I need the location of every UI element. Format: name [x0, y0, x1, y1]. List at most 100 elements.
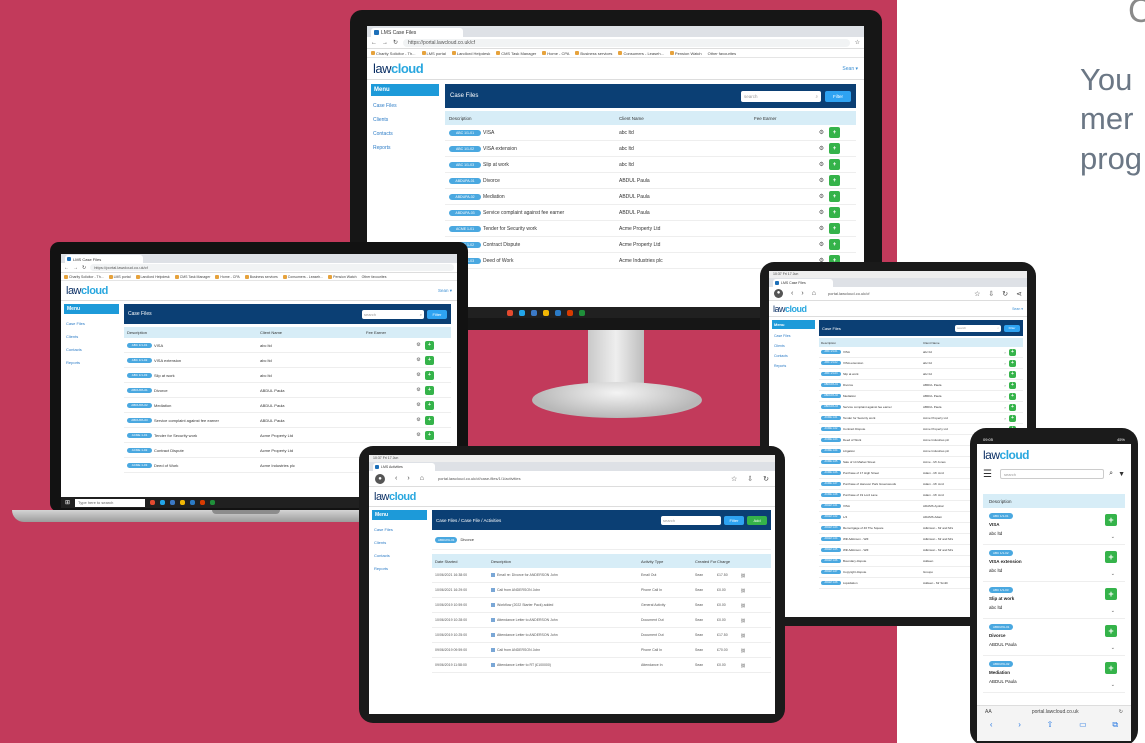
- back-icon[interactable]: ←: [371, 40, 377, 46]
- add-button[interactable]: +: [425, 415, 434, 425]
- add-button[interactable]: +: [1105, 625, 1117, 637]
- add-activity-button[interactable]: Add: [747, 515, 767, 525]
- taskbar-app-icon[interactable]: [150, 500, 156, 505]
- link-icon[interactable]: ⛓: [739, 603, 747, 608]
- taskbar-app-icon[interactable]: [579, 309, 585, 316]
- browser-tab[interactable]: LMS Case Files: [65, 255, 143, 263]
- list-item[interactable]: ABC 1/1-01 VISA abc ltd + ⌄: [983, 508, 1125, 545]
- chevron-right-icon[interactable]: ›: [1001, 350, 1009, 355]
- bookmark-item[interactable]: Charity Solicitor - Th...: [371, 51, 416, 56]
- add-button[interactable]: +: [829, 127, 840, 138]
- refresh-icon[interactable]: ↻: [393, 39, 398, 46]
- filter-icon[interactable]: ▼: [1118, 471, 1125, 478]
- gear-icon[interactable]: ⚙: [414, 357, 423, 363]
- bookmark-item[interactable]: Landlord Helpdesk: [451, 51, 490, 56]
- url-field[interactable]: https://portal.lawcloud.co.uk/cf: [90, 264, 454, 271]
- table-row[interactable]: ABC 1/1-02 VISA extension abc ltd ⚙ +: [124, 353, 451, 368]
- add-button[interactable]: +: [829, 159, 840, 170]
- gear-icon[interactable]: ⚙: [414, 417, 423, 423]
- link-icon[interactable]: ⛓: [739, 573, 747, 578]
- chevron-right-icon[interactable]: ›: [1001, 383, 1009, 388]
- filter-button[interactable]: Filter: [825, 90, 851, 102]
- bookmark-item[interactable]: CMS Task Manager: [496, 51, 536, 56]
- back-icon[interactable]: ‹: [395, 475, 397, 482]
- chevron-right-icon[interactable]: ›: [1001, 416, 1009, 421]
- add-button[interactable]: +: [1009, 414, 1016, 422]
- download-icon[interactable]: ⇩: [747, 475, 753, 483]
- back-icon[interactable]: ←: [64, 265, 69, 271]
- sidebar-item-reports[interactable]: Reports: [64, 356, 119, 369]
- table-row[interactable]: 09/06/2019 11:58:00 Attendance Letter to …: [432, 658, 771, 673]
- bookmark-item[interactable]: Home - CPA: [215, 274, 240, 279]
- add-button[interactable]: +: [829, 143, 840, 154]
- gear-icon[interactable]: ⚙: [414, 387, 423, 393]
- table-row[interactable]: 10/06/2021 16:29:00 Call from ANDERSON Jo…: [432, 583, 771, 598]
- add-button[interactable]: +: [1009, 403, 1016, 411]
- search-input[interactable]: search ⌕: [955, 324, 1001, 332]
- chevron-down-icon[interactable]: ⌄: [1111, 608, 1115, 614]
- gear-icon[interactable]: ⚙: [816, 225, 827, 232]
- browser-tab[interactable]: LMS Activities: [373, 463, 435, 471]
- lawcloud-logo[interactable]: lawcloud: [374, 491, 416, 503]
- add-button[interactable]: +: [1105, 514, 1117, 526]
- list-item[interactable]: ABC 1/1-03 Slip at work abc ltd + ⌄: [983, 582, 1125, 619]
- chevron-down-icon[interactable]: ⌄: [1111, 645, 1115, 651]
- user-menu[interactable]: Sean ▾: [842, 66, 858, 72]
- add-button[interactable]: +: [829, 207, 840, 218]
- table-row[interactable]: ABC 1/1-01 VISA abc ltd ⚙ +: [445, 125, 856, 141]
- taskbar-app-icon[interactable]: [190, 500, 196, 505]
- sidebar-item-contacts[interactable]: Contacts: [772, 351, 815, 361]
- taskbar-app-icon[interactable]: [543, 309, 549, 316]
- add-button[interactable]: +: [1105, 662, 1117, 674]
- taskbar-app-icon[interactable]: [507, 309, 513, 316]
- bookmark-item[interactable]: Consumers - Leaseh...: [618, 51, 664, 56]
- bookmark-item[interactable]: Landlord Helpdesk: [135, 274, 170, 279]
- taskbar-app-icon[interactable]: [555, 309, 561, 316]
- add-button[interactable]: +: [829, 175, 840, 186]
- refresh-icon[interactable]: ↻: [82, 265, 86, 271]
- gear-icon[interactable]: ⚙: [816, 209, 827, 216]
- home-icon[interactable]: ⌂: [812, 290, 816, 297]
- forward-icon[interactable]: ›: [801, 290, 803, 297]
- table-row[interactable]: ABDUPA-01 Divorce ABDUL Paula ⚙ +: [124, 383, 451, 398]
- forward-icon[interactable]: ›: [407, 475, 409, 482]
- download-icon[interactable]: ⇩: [988, 290, 994, 298]
- bookmark-item[interactable]: Pension Watch: [669, 51, 702, 56]
- sidebar-item-reports[interactable]: Reports: [772, 361, 815, 371]
- forward-icon[interactable]: →: [382, 40, 388, 46]
- sidebar-item-clients[interactable]: Clients: [64, 330, 119, 343]
- table-row[interactable]: ACME 1-01 Tender for Security work Acme Pr…: [124, 428, 451, 443]
- link-icon[interactable]: ⛓: [739, 648, 747, 653]
- add-button[interactable]: +: [425, 370, 434, 380]
- table-row[interactable]: ACME 1-01 Tender for Security work Acme Pr…: [819, 413, 1023, 424]
- share-icon[interactable]: ⇧: [1047, 720, 1054, 730]
- lawcloud-logo[interactable]: lawcloud: [373, 61, 424, 76]
- table-row[interactable]: ABC 1/1-01 VISA abc ltd › +: [819, 347, 1023, 358]
- bookmark-item[interactable]: Charity Solicitor - Th...: [64, 274, 104, 279]
- lawcloud-logo[interactable]: lawcloud: [66, 285, 108, 297]
- add-button[interactable]: +: [425, 400, 434, 410]
- chevron-right-icon[interactable]: ›: [1001, 394, 1009, 399]
- star-icon[interactable]: ☆: [731, 475, 737, 483]
- lawcloud-logo[interactable]: lawcloud: [773, 304, 807, 314]
- add-button[interactable]: +: [829, 191, 840, 202]
- sidebar-item-case-files[interactable]: Case Files: [772, 331, 815, 341]
- bookmarks-icon[interactable]: ▭: [1079, 720, 1087, 730]
- table-row[interactable]: ABDUPA-02 Mediation ABDUL Paula › +: [819, 391, 1023, 402]
- add-button[interactable]: +: [425, 430, 434, 440]
- browser-tab[interactable]: LMS Case Files: [773, 279, 833, 287]
- breadcrumb[interactable]: Case Files / Case File / Activities: [436, 518, 658, 523]
- taskbar-app-icon[interactable]: [519, 309, 525, 316]
- account-icon[interactable]: ●: [375, 473, 385, 484]
- taskbar-app-icon[interactable]: [170, 500, 176, 505]
- bookmark-item[interactable]: CMS Task Manager: [174, 274, 210, 279]
- gear-icon[interactable]: ⚙: [816, 145, 827, 152]
- back-icon[interactable]: ‹: [791, 290, 793, 297]
- refresh-icon[interactable]: ↻: [1002, 290, 1008, 298]
- search-input[interactable]: search ⌕: [741, 90, 821, 102]
- browser-tab[interactable]: LMS Case Files: [371, 28, 463, 37]
- gear-icon[interactable]: ⚙: [816, 129, 827, 136]
- sidebar-item-clients[interactable]: Clients: [772, 341, 815, 351]
- url-field[interactable]: portal.lawcloud.co.uk/cf: [823, 289, 967, 298]
- add-button[interactable]: +: [425, 385, 434, 395]
